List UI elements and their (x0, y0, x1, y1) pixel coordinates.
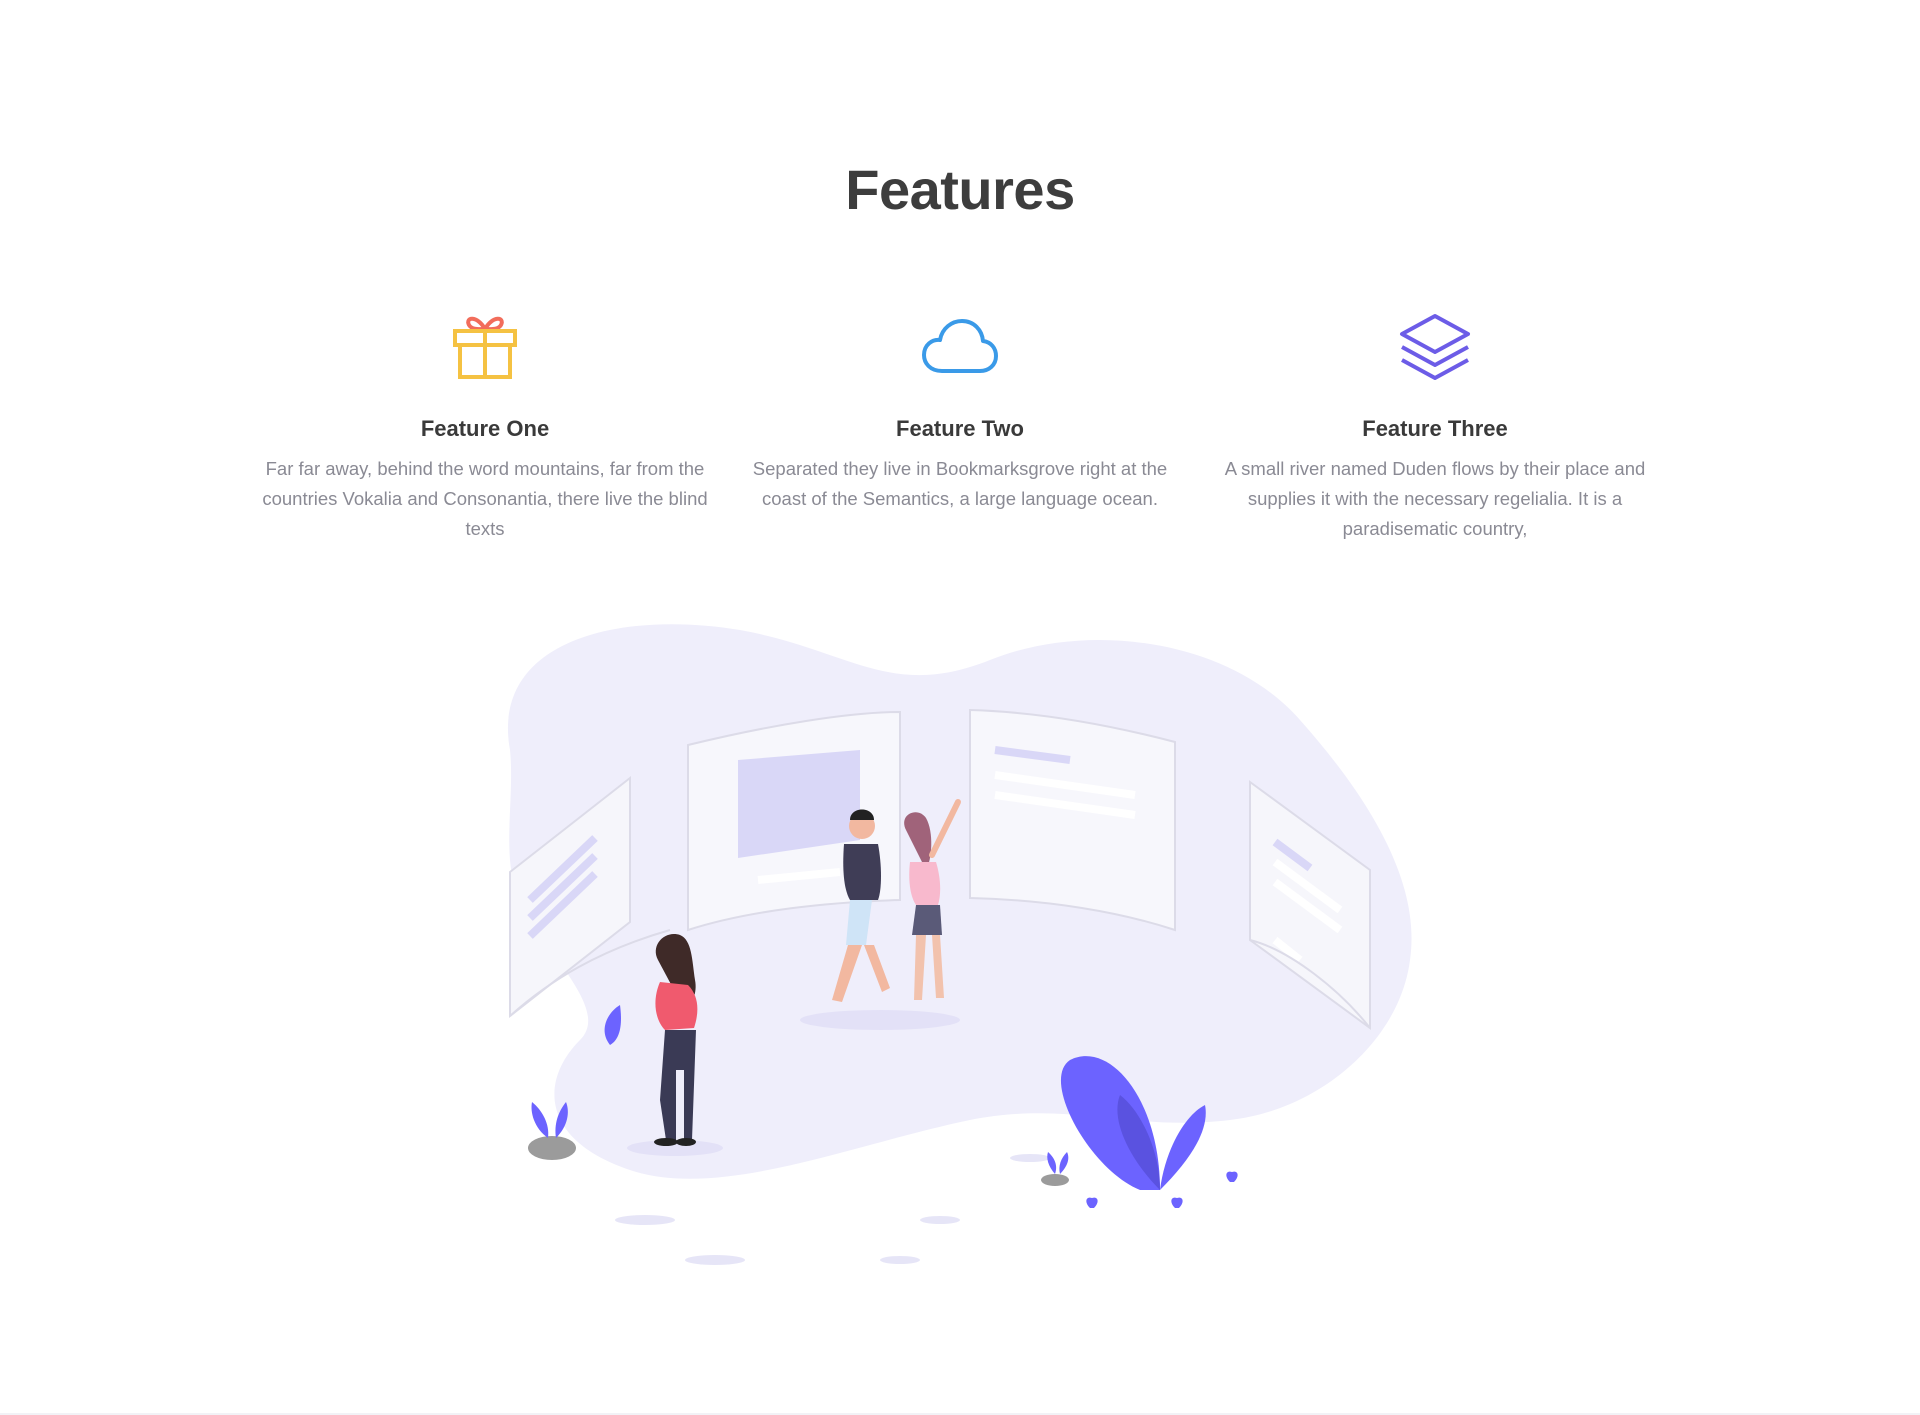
features-row: Feature One Far far away, behind the wor… (262, 306, 1658, 544)
feature-card-one: Feature One Far far away, behind the wor… (262, 306, 708, 544)
panel-center-right (969, 708, 1176, 932)
section-title: Features (845, 158, 1075, 221)
feature-title: Feature Three (1362, 416, 1508, 441)
feature-description: Far far away, behind the word mountains,… (262, 458, 708, 540)
feature-description: A small river named Duden flows by their… (1224, 458, 1646, 540)
features-page: Features Feature One Far far away, behin… (0, 0, 1920, 1415)
feature-card-two: Feature Two Separated they live in Bookm… (737, 306, 1183, 544)
cloud-icon (737, 306, 1183, 388)
feature-description: Separated they live in Bookmarksgrove ri… (752, 458, 1168, 510)
feature-title: Feature One (420, 416, 550, 441)
feature-card-three: Feature Three A small river named Duden … (1212, 306, 1658, 544)
feature-title: Feature Two (896, 416, 1024, 441)
layers-icon (1212, 306, 1658, 388)
gallery-illustration (507, 624, 1412, 1265)
gift-icon (262, 306, 708, 388)
